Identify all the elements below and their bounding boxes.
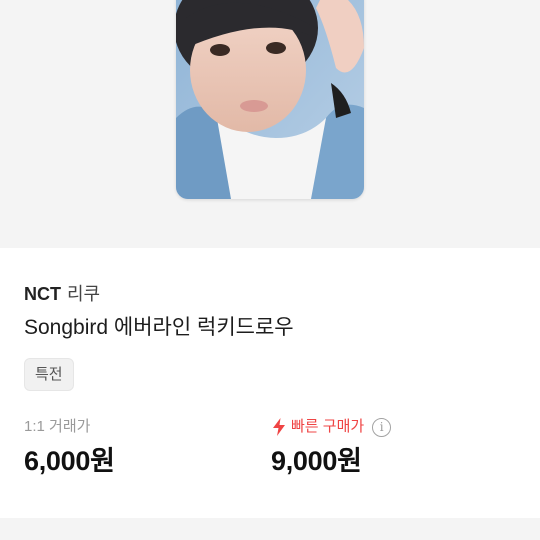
fast-price-label: 빠른 구매가 xyxy=(291,418,365,435)
fast-price-value: 9,000원 xyxy=(271,446,362,476)
lightning-bolt-icon xyxy=(273,418,285,436)
trade-price-value: 6,000원 xyxy=(24,446,115,476)
trade-price-block: 1:1 거래가 6,000원 xyxy=(24,416,115,478)
fast-price-block: 빠른 구매가 i 9,000원 xyxy=(271,416,392,478)
artist-member-line[interactable]: NCT 리쿠 xyxy=(24,282,100,306)
product-title: Songbird 에버라인 럭키드로우 xyxy=(24,316,294,339)
member-name[interactable]: 리쿠 xyxy=(67,284,100,304)
fast-price-label-row: 빠른 구매가 i xyxy=(271,416,392,438)
section-divider xyxy=(0,518,540,540)
artist-name[interactable]: NCT xyxy=(24,284,61,304)
bonus-tag: 특전 xyxy=(24,358,74,391)
product-photo[interactable] xyxy=(176,0,364,199)
trade-price-label: 1:1 거래가 xyxy=(24,418,91,435)
info-circle-icon[interactable]: i xyxy=(372,417,392,437)
photocard-image xyxy=(176,0,364,199)
product-image-area xyxy=(0,0,540,248)
